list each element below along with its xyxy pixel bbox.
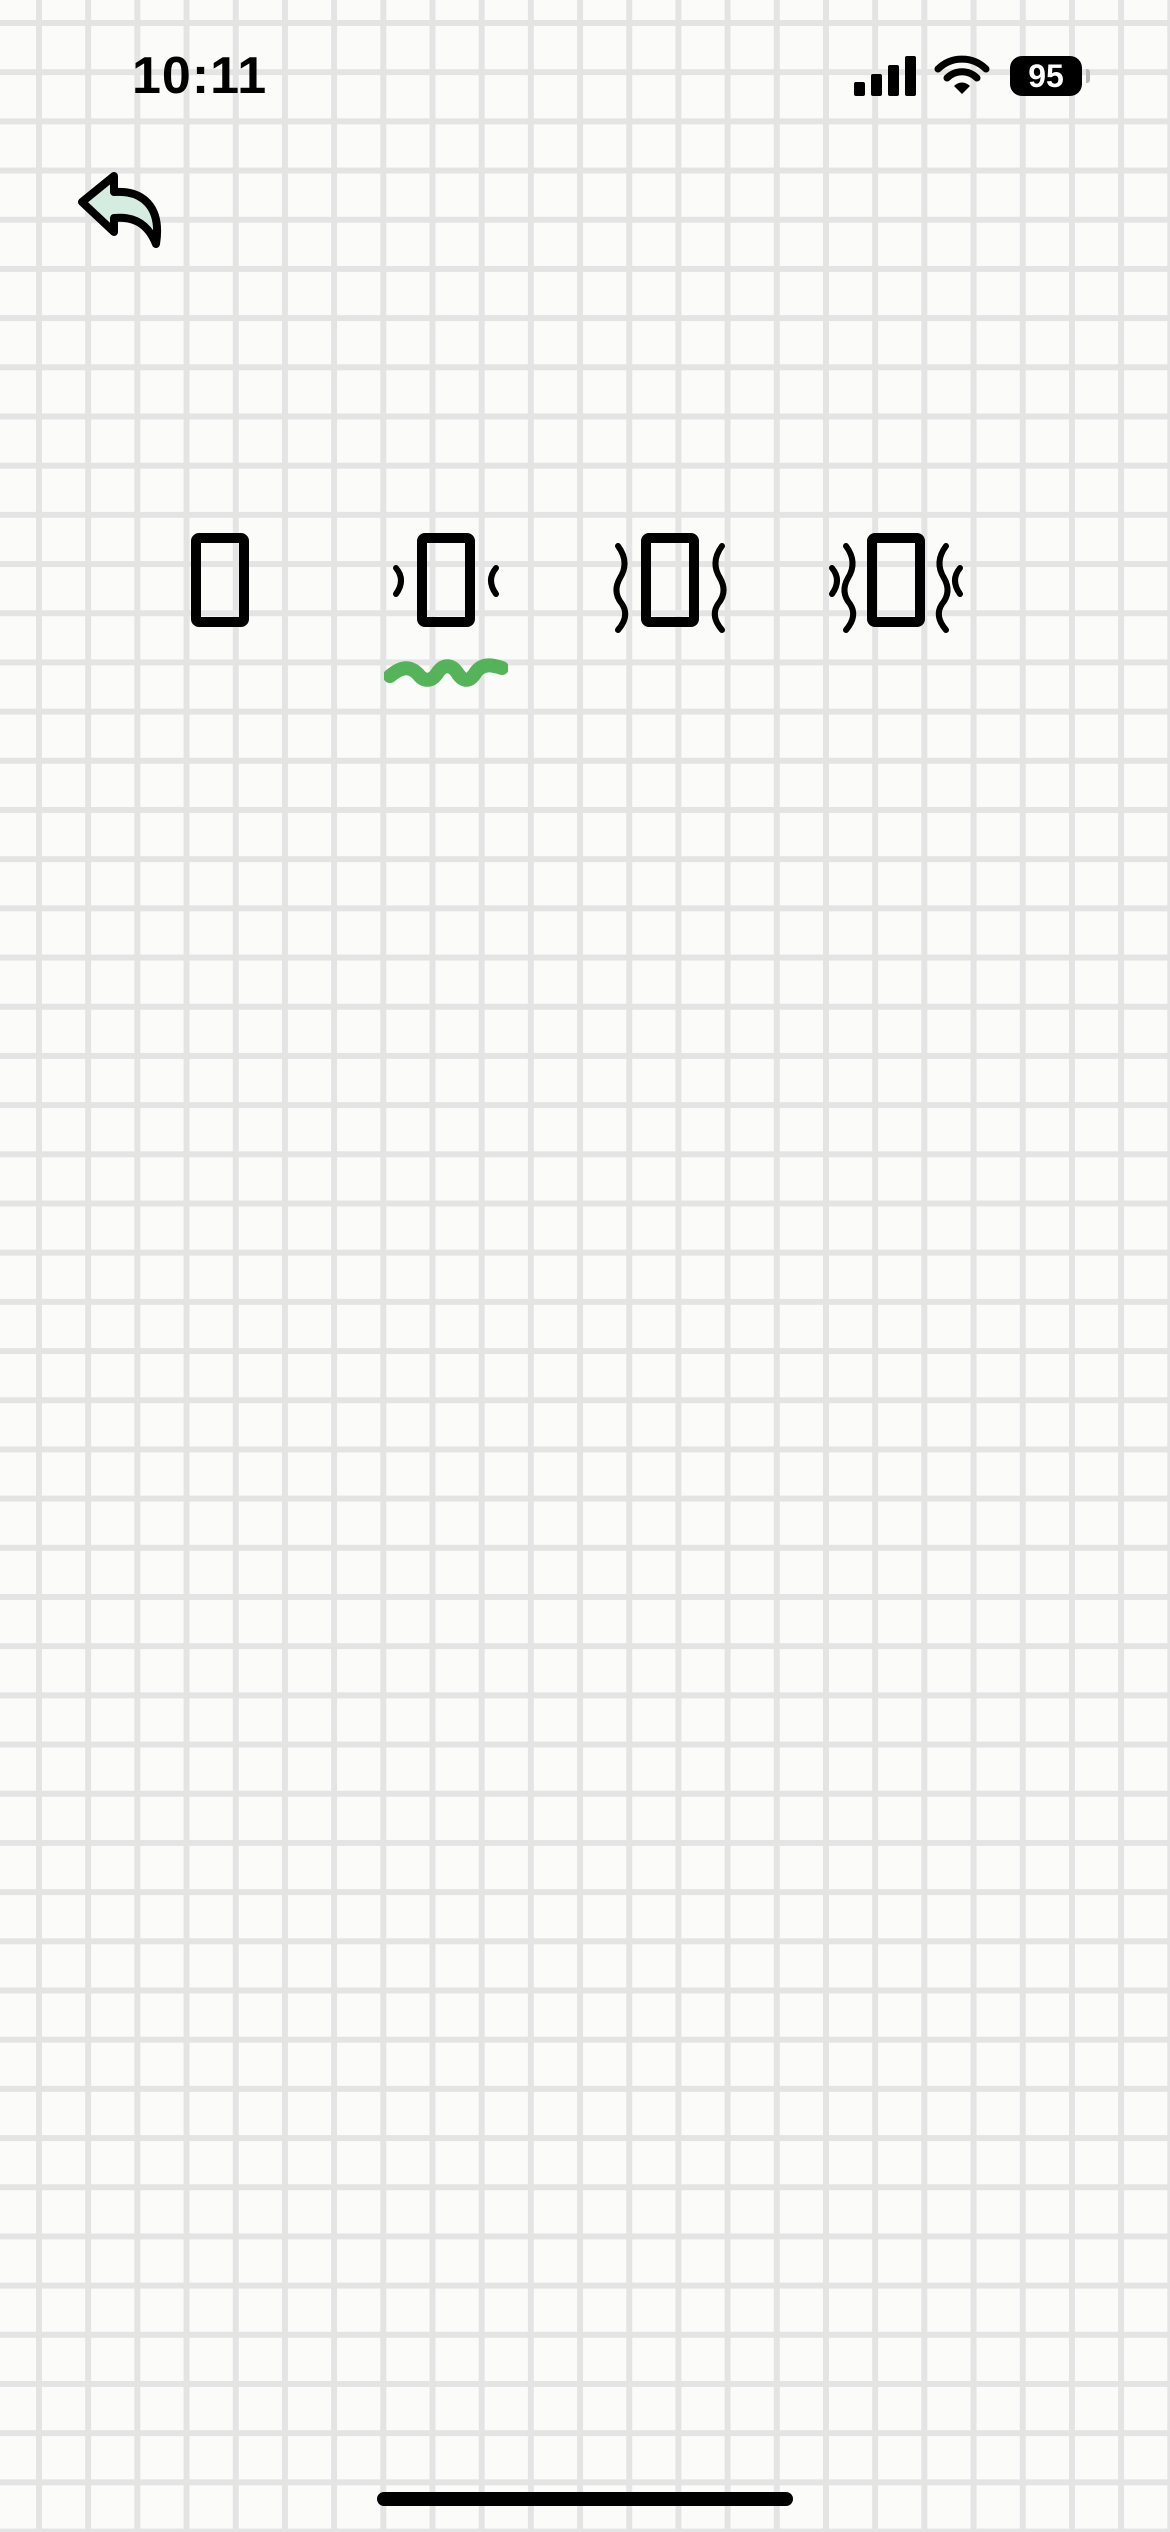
back-button[interactable] bbox=[70, 160, 180, 260]
home-indicator[interactable] bbox=[377, 2492, 793, 2506]
vibration-off-icon bbox=[191, 533, 249, 627]
cellular-signal-icon bbox=[854, 56, 916, 96]
battery-indicator: 95 bbox=[1010, 56, 1090, 96]
selected-level-underline bbox=[384, 658, 508, 687]
vibration-level-selector bbox=[0, 520, 1170, 700]
vibration-high-icon bbox=[829, 533, 963, 633]
vibration-low-icon bbox=[393, 533, 499, 627]
vibration-option-high[interactable] bbox=[826, 520, 966, 700]
back-arrow-icon bbox=[78, 172, 162, 248]
battery-cap bbox=[1086, 69, 1090, 83]
vibration-option-medium[interactable] bbox=[610, 520, 730, 700]
vibration-option-off[interactable] bbox=[190, 520, 254, 700]
status-time: 10:11 bbox=[132, 47, 268, 105]
status-bar: 10:11 95 bbox=[0, 0, 1170, 150]
battery-level: 95 bbox=[1010, 56, 1082, 96]
vibration-medium-icon bbox=[613, 533, 727, 633]
wifi-icon bbox=[934, 55, 990, 94]
